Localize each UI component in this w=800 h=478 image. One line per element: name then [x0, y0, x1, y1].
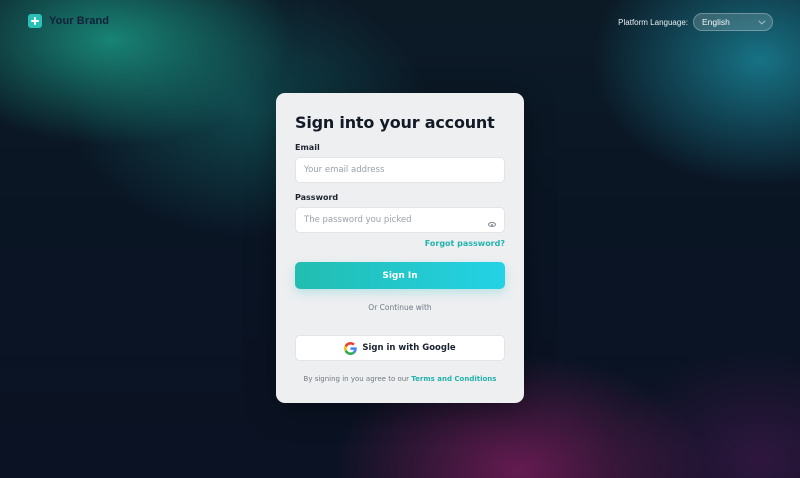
terms-notice: By signing in you agree to our Terms and…: [276, 375, 524, 383]
google-icon: [344, 341, 358, 355]
forgot-password-link[interactable]: Forgot password?: [425, 239, 505, 248]
email-label: Email: [295, 143, 320, 152]
sign-in-card: Sign into your account Email Password Fo…: [276, 93, 524, 403]
password-field[interactable]: [295, 207, 505, 233]
plus-icon: [28, 14, 42, 28]
sign-in-button[interactable]: Sign In: [295, 262, 505, 289]
terms-link[interactable]: Terms and Conditions: [411, 375, 496, 383]
brand-name: Your Brand: [49, 15, 110, 27]
language-label: Platform Language:: [618, 17, 688, 27]
language-select[interactable]: English: [693, 13, 773, 31]
chevron-down-icon: [758, 17, 766, 25]
page-title: Sign into your account: [295, 113, 495, 132]
language-value: English: [702, 17, 730, 27]
brand-logo[interactable]: Your Brand: [28, 14, 109, 28]
continue-with-divider: Or Continue with: [368, 303, 432, 312]
email-field[interactable]: [295, 157, 505, 183]
eye-icon[interactable]: [488, 222, 496, 227]
password-label: Password: [295, 193, 339, 202]
language-picker: Platform Language: English: [618, 13, 773, 31]
google-button-label: Sign in with Google: [362, 343, 456, 353]
terms-prefix: By signing in you agree to our: [303, 375, 412, 383]
google-sign-in-button[interactable]: Sign in with Google: [295, 335, 505, 361]
